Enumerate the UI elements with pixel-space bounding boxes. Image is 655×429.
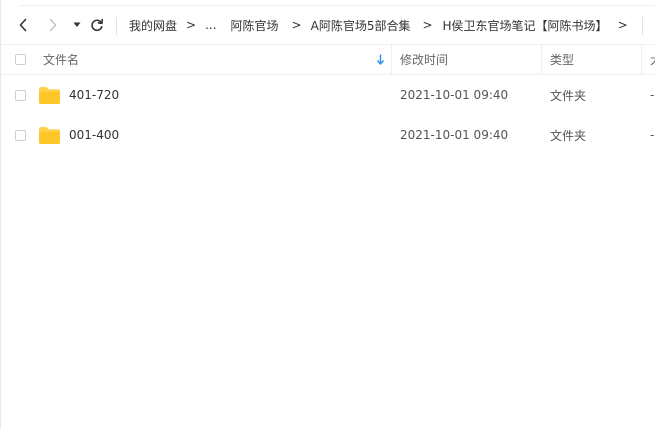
folder-icon [39,115,60,155]
table-row[interactable]: 001-400 2021-10-01 09:40 文件夹 - [1,115,655,155]
column-header-modified-label: 修改时间 [400,53,449,67]
refresh-button[interactable] [88,16,106,34]
file-size: - [650,115,654,155]
file-size-text: - [650,88,655,102]
column-header-name[interactable]: 文件名 [43,45,79,74]
breadcrumb-item-achen[interactable]: 阿陈官场 [231,17,279,34]
file-name-text: 401-720 [69,88,120,102]
column-divider[interactable] [391,45,392,74]
breadcrumb-item-root[interactable]: 我的网盘 [129,17,177,34]
back-button[interactable] [14,16,32,34]
forward-button[interactable] [44,16,62,34]
nav-divider-right [642,17,643,35]
column-header-type-label: 类型 [550,53,575,67]
nav-divider [116,17,117,35]
navigation-bar: 我的网盘 > ... 阿陈官场 > A阿陈官场5部合集 > H侯卫东官场笔记【阿… [1,8,655,42]
column-header-type[interactable]: 类型 [550,45,574,74]
row-checkbox[interactable] [15,75,26,115]
file-type: 文件夹 [550,115,586,155]
chevron-right-icon [49,18,57,32]
column-header: 文件名 修改时间 类型 大 [1,44,655,75]
file-size: - [650,75,654,115]
row-checkbox[interactable] [15,115,26,155]
breadcrumb-item-collection[interactable]: A阿陈官场5部合集 [311,17,411,34]
column-header-name-label: 文件名 [43,53,80,67]
file-name-text: 001-400 [69,128,120,142]
history-dropdown-button[interactable] [68,16,86,34]
file-browser-window: 我的网盘 > ... 阿陈官场 > A阿陈官场5部合集 > H侯卫东官场笔记【阿… [0,0,655,429]
file-modified: 2021-10-01 09:40 [400,115,508,155]
file-type-text: 文件夹 [550,88,587,103]
sort-down-arrow-icon[interactable] [376,54,385,65]
breadcrumb-separator: > [617,18,628,32]
file-modified-text: 2021-10-01 09:40 [400,128,509,142]
file-size-text: - [650,128,655,142]
refresh-icon [91,18,103,32]
file-name[interactable]: 001-400 [69,115,119,155]
file-modified: 2021-10-01 09:40 [400,75,508,115]
top-divider [19,5,655,6]
checkbox-box [15,54,26,65]
column-divider[interactable] [541,45,542,74]
chevron-left-icon [19,18,27,32]
breadcrumb-separator: > [422,18,433,32]
column-divider[interactable] [641,45,642,74]
file-type-text: 文件夹 [550,128,587,143]
column-header-modified[interactable]: 修改时间 [400,45,448,74]
select-all-checkbox[interactable] [15,45,26,74]
breadcrumb-separator: > [291,18,302,32]
table-row[interactable]: 401-720 2021-10-01 09:40 文件夹 - [1,75,655,115]
breadcrumb: 我的网盘 > ... 阿陈官场 > A阿陈官场5部合集 > H侯卫东官场笔记【阿… [129,8,628,42]
column-header-size[interactable]: 大 [650,45,655,74]
folder-icon [39,75,60,115]
breadcrumb-item-ellipsis[interactable]: ... [205,18,216,32]
checkbox-box [15,129,26,141]
file-modified-text: 2021-10-01 09:40 [400,88,509,102]
breadcrumb-separator: > [186,18,197,32]
checkbox-box [15,89,26,101]
column-header-size-label: 大 [650,51,655,68]
file-type: 文件夹 [550,75,586,115]
caret-down-icon [73,22,81,27]
file-name[interactable]: 401-720 [69,75,119,115]
breadcrumb-item-current[interactable]: H侯卫东官场笔记【阿陈书场】 [443,17,608,34]
